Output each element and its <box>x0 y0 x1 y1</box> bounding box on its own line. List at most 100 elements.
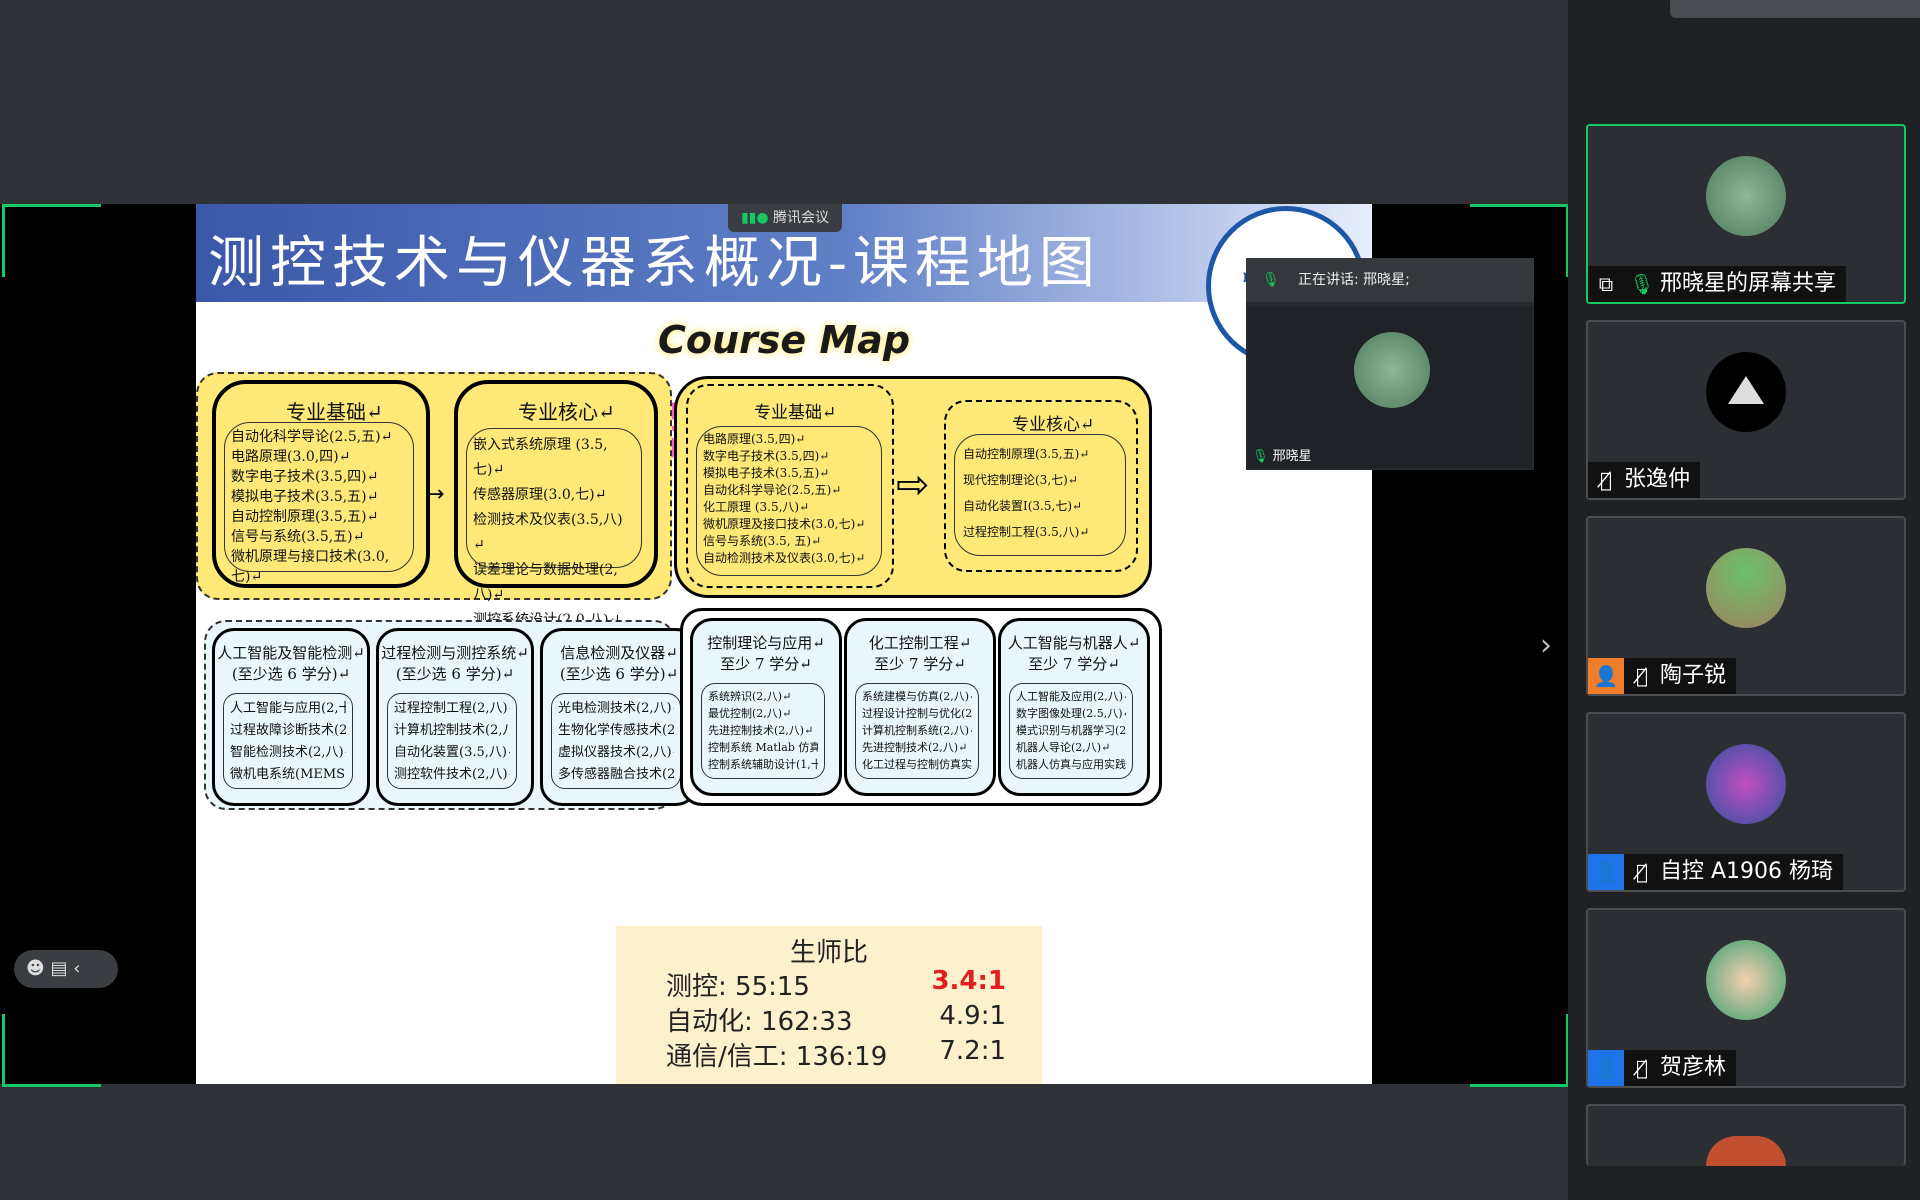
app-badge[interactable]: ▮▮● 腾讯会议 <box>728 204 842 232</box>
course-item: 数字图像处理(2.5,八)↵ <box>1016 707 1126 720</box>
elective-subtitle: 至少 7 学分↵ <box>874 655 966 673</box>
mic-icon: 🎙 <box>1629 272 1655 296</box>
speaker-status-bar: 🎙 正在讲话: 邢晓星; <box>1246 258 1534 302</box>
signal-icon: ▮▮● <box>740 210 769 226</box>
course-item: 自动化装置Ⅰ(3.5,七)↵ <box>963 499 1083 513</box>
course-item: 微机原理与接口技术(3.0,七)↵ <box>231 549 390 585</box>
course-item: 多传感器融合技术(2,十)↵ <box>558 767 674 782</box>
arrow-right-icon: ⇨ <box>896 462 930 508</box>
elective-list: 系统辨识(2,八)↵ 最优控制(2,八)↵ 先进控制技术(2,八)↵ 控制系统 Mat… <box>701 683 825 779</box>
course-item: 过程设计控制与优化(2,八)↵ <box>862 707 972 720</box>
emoji-icon[interactable]: ☻ <box>26 958 45 979</box>
right-basic-title: 专业基础↵ <box>754 403 837 423</box>
course-item: 误差理论与数据处理(2,八)↵ <box>473 562 618 603</box>
arrow-right-icon: → <box>426 482 445 507</box>
avatar <box>1706 156 1786 236</box>
course-item: 现代控制理论(3,七)↵ <box>963 473 1078 487</box>
avatar <box>1706 1136 1786 1166</box>
course-item: 最优控制(2,八)↵ <box>708 707 792 720</box>
elective-subtitle: (至少选 6 学分)↵ <box>231 665 351 683</box>
course-item: 信号与系统(3.5,五)↵ <box>231 529 365 545</box>
left-basic-box: 专业基础↵ 自动化科学导论(2.5,五)↵ 电路原理(3.0,四)↵ 数字电子技… <box>212 380 430 588</box>
participant-name: 邢晓星的屏幕共享 <box>1660 271 1837 296</box>
speaker-name: 邢晓星 <box>1272 449 1312 464</box>
person-icon: 👤 <box>1588 658 1624 694</box>
course-item: 微机原理及接口技术(3.0,七)↵ <box>703 517 866 531</box>
elective-box: 化工控制工程↵ 至少 7 学分↵ 系统建模与仿真(2,八)↵ 过程设计控制与优化(2,… <box>844 618 996 796</box>
speaker-overlay[interactable]: 🎙 正在讲话: 邢晓星; 🎙 邢晓星 <box>1246 258 1534 470</box>
elective-box: 过程检测与测控系统↵ (至少选 6 学分)↵ 过程控制工程(2,八)↵ 计算机控制技术… <box>376 628 534 806</box>
chat-icon[interactable]: ▤ <box>51 958 68 979</box>
elective-subtitle: (至少选 6 学分)↵ <box>395 665 515 683</box>
right-basic-box: 专业基础↵ 电路原理(3.5,四)↵ 数字电子技术(3.5,四)↵ 模拟电子技术… <box>686 384 894 588</box>
course-item: 化工过程与控制仿真实习(1,十)↵ <box>862 758 972 771</box>
participant-tile[interactable] <box>1586 1104 1906 1166</box>
course-item: 计算机控制技术(2,八)↵ <box>394 723 510 738</box>
elective-title: 人工智能及智能检测↵ <box>217 644 365 662</box>
elective-list: 过程控制工程(2,八)↵ 计算机控制技术(2,八)↵ 自动化装置(3.5,八)↵ 测控… <box>387 693 517 789</box>
course-item: 虚拟仪器技术(2,八)↵ <box>558 745 674 760</box>
course-item: 过程控制工程(2,八)↵ <box>394 701 510 716</box>
participant-name: 张逸仲 <box>1624 467 1691 492</box>
speaker-video-tile[interactable]: 🎙 邢晓星 <box>1248 306 1532 468</box>
sidebar-top-tab[interactable] <box>1670 0 1920 18</box>
course-item: 信号与系统(3.5, 五)↵ <box>703 534 822 548</box>
ratio-value: 3.4:1 <box>931 966 1006 996</box>
mic-icon: 🎙 <box>1252 449 1269 464</box>
course-item: 人工智能与应用(2,十)↵ <box>230 701 346 716</box>
course-item: 机器人导论(2,八)↵ <box>1016 741 1111 754</box>
elective-list: 系统建模与仿真(2,八)↵ 过程设计控制与优化(2,八)↵ 计算机控制系统(2,八)… <box>855 683 979 779</box>
right-core-box: 专业核心↵ 自动控制原理(3.5,五)↵ 现代控制理论(3,七)↵ 自动化装置Ⅰ… <box>944 400 1138 572</box>
left-core-title: 专业核心↵ <box>518 400 615 424</box>
right-core-list: 自动控制原理(3.5,五)↵ 现代控制理论(3,七)↵ 自动化装置Ⅰ(3.5,七… <box>954 434 1126 556</box>
course-item: 电路原理(3.5,四)↵ <box>703 432 806 446</box>
elective-subtitle: 至少 7 学分↵ <box>720 655 812 673</box>
course-item: 电路原理(3.0,四)↵ <box>231 449 351 465</box>
ratio-row: 测控: 55:15 3.4:1 <box>666 966 1006 1003</box>
elective-box: 人工智能及智能检测↵ (至少选 6 学分)↵ 人工智能与应用(2,十)↵ 过程故障诊断… <box>212 628 370 806</box>
ratio-label: 通信/信工: 136:19 <box>666 1042 888 1072</box>
elective-list: 人工智能与应用(2,十)↵ 过程故障诊断技术(2,八)↵ 智能检测技术(2,八)↵ 微… <box>223 693 353 789</box>
participant-tile[interactable]: ⧉ 🎙 邢晓星的屏幕共享 <box>1586 124 1906 304</box>
participant-name: 贺彦林 <box>1660 1055 1727 1080</box>
participant-tile[interactable]: 👤 🎙̸ 陶子锐 <box>1586 516 1906 696</box>
participant-namebar: 🎙̸ 张逸仲 <box>1588 462 1701 498</box>
ratio-row: 通信/信工: 136:19 7.2:1 <box>666 1036 1006 1073</box>
course-item: 光电检测技术(2,八)↵ <box>558 701 674 716</box>
participant-tile[interactable]: 🎙̸ 张逸仲 <box>1586 320 1906 500</box>
course-item: 模式识别与机器学习(2,八)↵ <box>1016 724 1126 737</box>
share-frame-corner <box>1470 1014 1569 1087</box>
share-frame-corner <box>2 1014 101 1087</box>
screen-share-icon: ⧉ <box>1598 272 1614 296</box>
right-basic-list: 电路原理(3.5,四)↵ 数字电子技术(3.5,四)↵ 模拟电子技术(3.5,五… <box>696 426 882 576</box>
course-item: 机器人仿真与应用实践(1,十)↵ <box>1016 758 1126 771</box>
elective-title: 控制理论与应用↵ <box>707 634 825 652</box>
speaker-status: 正在讲话: 邢晓星; <box>1298 272 1410 288</box>
chevron-left-icon[interactable]: ‹ <box>73 958 80 979</box>
course-item: 系统建模与仿真(2,八)↵ <box>862 690 972 703</box>
avatar <box>1706 940 1786 1020</box>
elective-title: 信息检测及仪器↵ <box>560 644 678 662</box>
left-core-list: 嵌入式系统原理 (3.5,七)↵ 传感器原理(3.0,七)↵ 检测技术及仪表(3… <box>466 428 642 628</box>
app-name: 腾讯会议 <box>773 210 830 226</box>
ratio-label: 自动化: 162:33 <box>666 1007 853 1037</box>
ratio-row: 自动化: 162:33 4.9:1 <box>666 1001 1006 1038</box>
course-item: 智能检测技术(2,八)↵ <box>230 745 346 760</box>
mic-icon: 🎙 <box>1262 272 1280 288</box>
course-item: 自动检测技术及仪表(3.0,七)↵ <box>703 551 866 565</box>
course-item: 生物化学传感技术(2,十)↵ <box>558 723 674 738</box>
person-icon: 👤 <box>1588 1050 1624 1086</box>
participant-tile[interactable]: 👤 🎙̸ 贺彦林 <box>1586 908 1906 1088</box>
course-item: 自动控制原理(3.5,五)↵ <box>963 447 1090 461</box>
floating-controls[interactable]: ☻ ▤ ‹ <box>14 950 118 988</box>
participant-tile[interactable]: 👤 🎙̸ 自控 A1906 杨琦 <box>1586 712 1906 892</box>
participant-namebar: 👤 🎙̸ 自控 A1906 杨琦 <box>1588 854 1844 890</box>
elective-subtitle: (至少选 6 学分)↵ <box>559 665 679 683</box>
course-item: 检测技术及仪表(3.5,八) ↵ <box>473 512 623 553</box>
course-item: 数字电子技术(3.5,四)↵ <box>703 449 830 463</box>
participant-namebar: 👤 🎙̸ 贺彦林 <box>1588 1050 1737 1086</box>
mic-muted-icon: 🎙̸ <box>1599 468 1612 492</box>
avatar <box>1706 352 1786 432</box>
avatar <box>1706 744 1786 824</box>
chevron-right-icon[interactable]: › <box>1540 628 1552 663</box>
